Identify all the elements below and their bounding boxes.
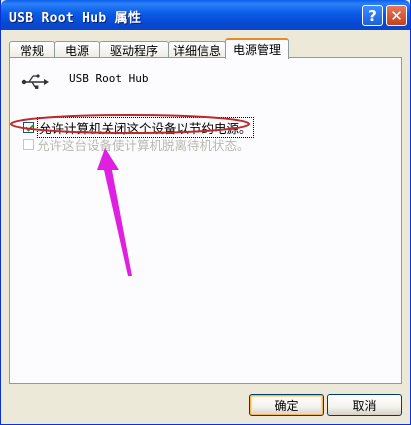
- tab-power[interactable]: 电源: [54, 41, 100, 58]
- title-bar[interactable]: USB Root Hub 属性 ? ✕: [1, 0, 410, 30]
- usb-icon: [21, 74, 49, 89]
- properties-dialog: USB Root Hub 属性 ? ✕ 常规 电源 驱动程序 详细信息 电源管理…: [0, 0, 411, 425]
- cancel-button[interactable]: 取消: [327, 394, 402, 416]
- annotation-ellipse: [10, 114, 250, 134]
- help-icon: ?: [368, 6, 377, 25]
- tab-general[interactable]: 常规: [9, 41, 55, 58]
- annotation-arrow: [97, 148, 132, 276]
- close-icon: ✕: [390, 6, 403, 25]
- power-management-panel: [9, 57, 402, 384]
- device-name: USB Root Hub: [69, 72, 149, 85]
- ok-button[interactable]: 确定: [249, 394, 324, 416]
- tab-details[interactable]: 详细信息: [168, 41, 226, 58]
- help-button[interactable]: ?: [362, 5, 383, 26]
- allow-wake-checkbox: [23, 139, 34, 150]
- close-button[interactable]: ✕: [386, 5, 407, 26]
- tab-power-management[interactable]: 电源管理: [225, 38, 289, 59]
- window-title: USB Root Hub 属性: [9, 11, 142, 26]
- tab-driver[interactable]: 驱动程序: [99, 41, 169, 58]
